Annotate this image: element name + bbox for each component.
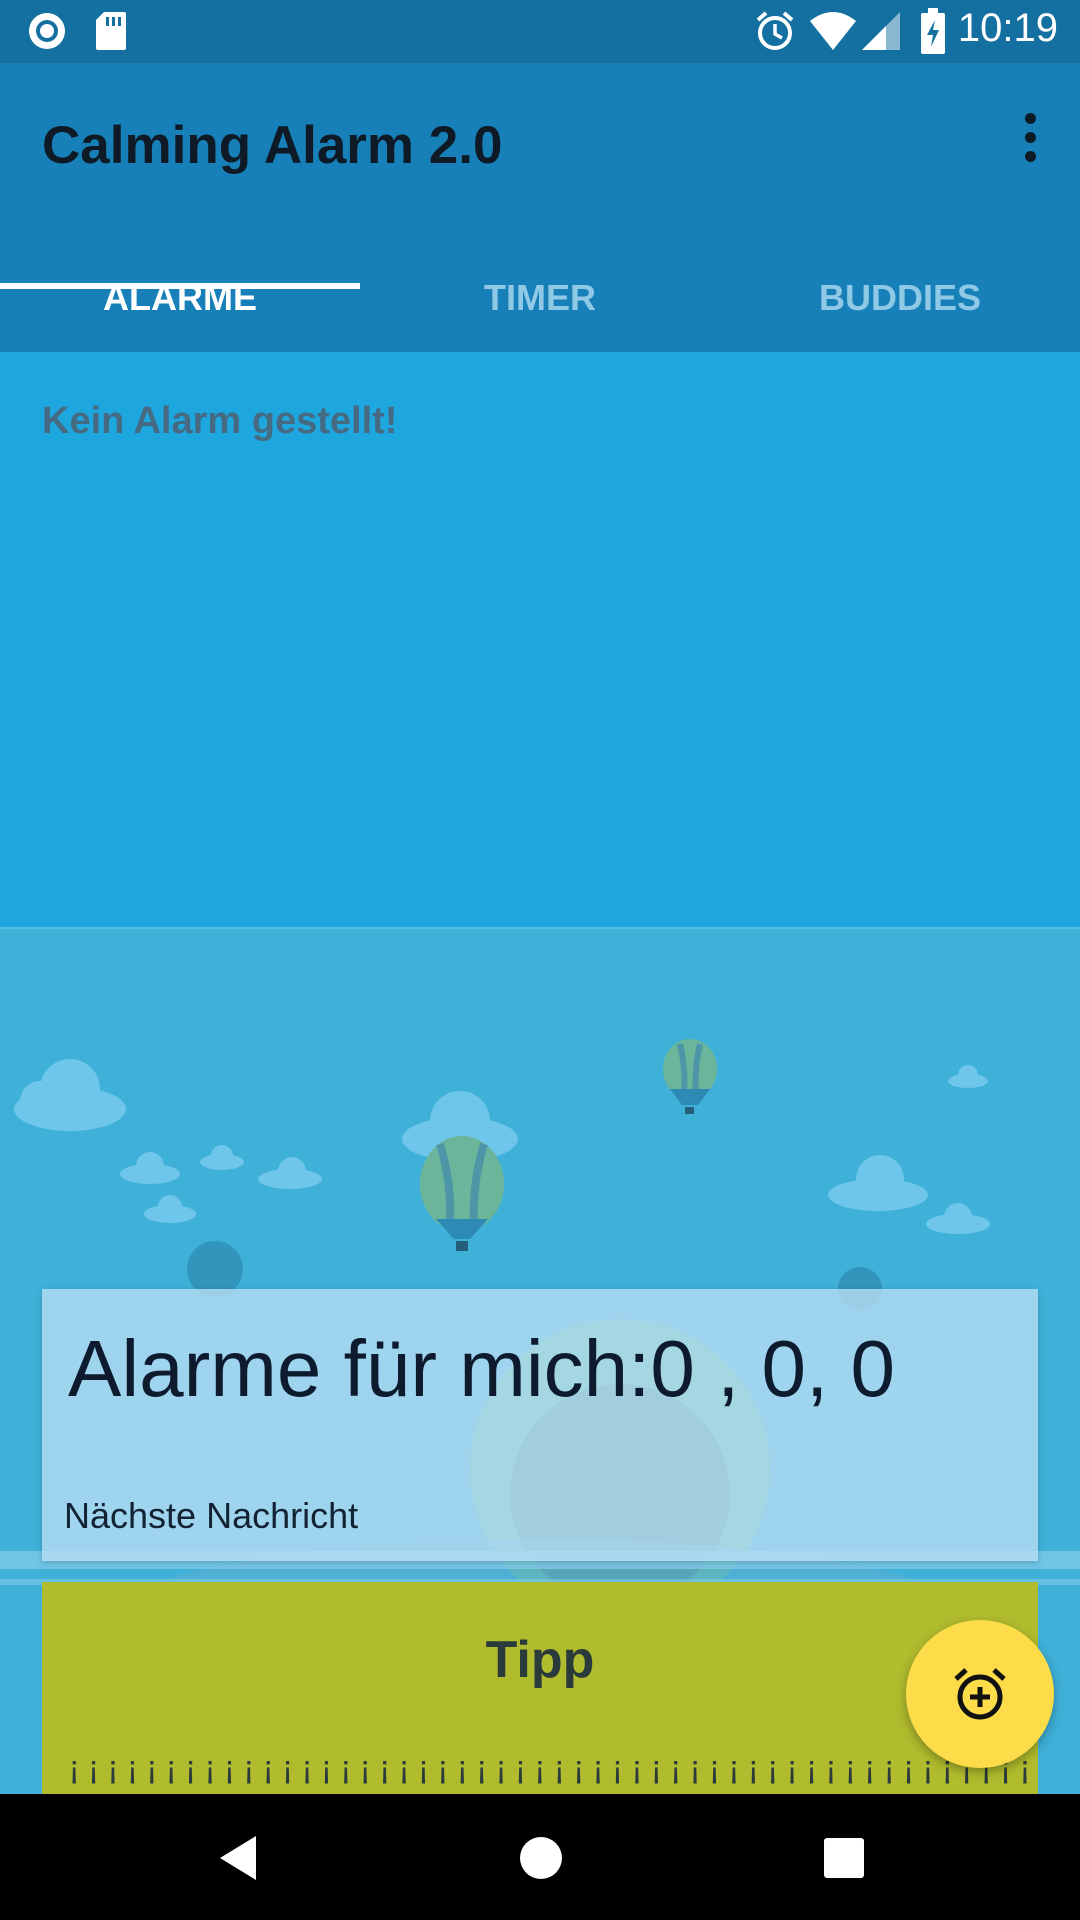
wifi-icon <box>810 12 856 50</box>
tip-text: ¡¡¡¡¡¡¡¡¡¡¡¡¡¡¡¡¡¡¡¡¡¡¡¡¡¡¡¡¡¡¡¡¡¡¡¡¡¡¡¡… <box>64 1752 1038 1790</box>
add-alarm-button[interactable] <box>906 1620 1054 1768</box>
status-bar: 10:19 <box>0 0 1080 63</box>
more-vert-icon <box>1010 113 1050 162</box>
sd-card-icon <box>96 12 126 50</box>
alarm-summary-card: Alarme für mich:0 , 0, 0 Nächste Nachric… <box>42 1289 1038 1561</box>
record-icon <box>29 13 65 49</box>
app-title: Calming Alarm 2.0 <box>42 116 503 175</box>
tab-alarme[interactable]: ALARME <box>0 263 360 352</box>
signal-icon <box>862 12 900 50</box>
tip-card: Tipp ¡¡¡¡¡¡¡¡¡¡¡¡¡¡¡¡¡¡¡¡¡¡¡¡¡¡¡¡¡¡¡¡¡¡¡… <box>42 1582 1038 1794</box>
app-bar: Calming Alarm 2.0 ALARME TIMER BUDDIES <box>0 63 1080 352</box>
tab-bar: ALARME TIMER BUDDIES <box>0 263 1080 352</box>
home-icon[interactable] <box>518 1832 564 1884</box>
tip-title: Tipp <box>485 1631 595 1689</box>
back-icon[interactable] <box>214 1832 266 1884</box>
battery-charging-icon <box>921 8 945 54</box>
add-alarm-icon <box>954 1668 1006 1720</box>
alarm-clock-icon <box>756 11 794 50</box>
tab-timer[interactable]: TIMER <box>360 263 720 352</box>
clock-time: 10:19 <box>957 6 1058 50</box>
recents-icon[interactable] <box>822 1832 866 1884</box>
no-alarm-message: Kein Alarm gestellt! <box>42 400 398 442</box>
alarm-count-text: Alarme für mich:0 , 0, 0 <box>68 1324 895 1413</box>
more-options-button[interactable] <box>1010 113 1050 173</box>
next-message-label: Nächste Nachricht <box>64 1495 359 1536</box>
active-tab-indicator <box>0 283 360 289</box>
tab-buddies[interactable]: BUDDIES <box>720 263 1080 352</box>
navigation-bar <box>0 1794 1080 1920</box>
